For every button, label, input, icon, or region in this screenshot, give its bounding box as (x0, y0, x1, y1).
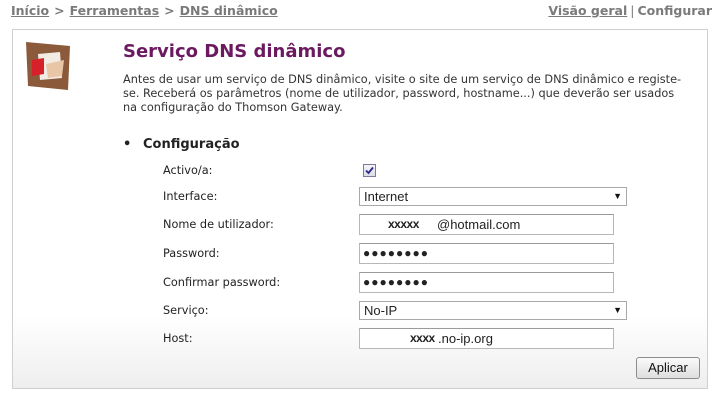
confirm-password-input[interactable]: ●●●●●●●● (359, 272, 614, 293)
service-value: No-IP (364, 303, 398, 318)
apply-button[interactable]: Aplicar (636, 357, 700, 379)
confirm-password-dots: ●●●●●●●● (363, 275, 429, 289)
username-label: Nome de utilizador: (163, 218, 274, 231)
service-label: Serviço: (163, 304, 209, 317)
interface-label: Interface: (163, 190, 218, 203)
section-title: Configuração (143, 137, 240, 152)
page-description: Antes de usar um serviço de DNS dinâmico… (123, 73, 682, 114)
chevron-down-icon: ▼ (613, 305, 622, 315)
page-title: Serviço DNS dinâmico (123, 41, 346, 62)
username-input[interactable]: xxxxx @hotmail.com (359, 214, 614, 235)
overview-link[interactable]: Visão geral (548, 3, 627, 18)
breadcrumb-separator: > (54, 3, 65, 18)
breadcrumb-separator: > (164, 3, 175, 18)
top-bar: Início > Ferramentas > DNS dinâmico Visão ge… (0, 0, 716, 26)
interface-value: Internet (364, 189, 409, 204)
confirm-password-label: Confirmar password: (163, 276, 281, 289)
host-input[interactable]: xxxx .no-ip.org (359, 328, 614, 349)
bullet-icon: • (123, 137, 132, 152)
host-masked: xxxx (410, 331, 435, 345)
interface-select[interactable]: Internet ▼ (359, 187, 627, 206)
config-panel: Serviço DNS dinâmico Antes de usar um se… (12, 29, 708, 389)
breadcrumb-home-link[interactable]: Início (11, 3, 49, 18)
section-heading: • Configuração (123, 137, 240, 152)
username-domain: @hotmail.com (437, 217, 521, 232)
password-dots: ●●●●●●●● (363, 246, 429, 260)
active-label: Activo/a: (163, 164, 213, 177)
host-label: Host: (163, 332, 193, 345)
password-input[interactable]: ●●●●●●●● (359, 243, 614, 264)
password-label: Password: (163, 247, 220, 260)
view-nav-separator: | (630, 3, 635, 18)
service-select[interactable]: No-IP ▼ (359, 301, 627, 320)
checkmark-icon (365, 166, 374, 175)
breadcrumb-tools-link[interactable]: Ferramentas (70, 3, 160, 18)
view-nav: Visão geral | Configurar (548, 3, 712, 18)
active-checkbox[interactable] (363, 164, 376, 177)
host-domain: .no-ip.org (438, 331, 493, 346)
username-masked: xxxxx (388, 217, 419, 231)
thomson-logo (26, 42, 70, 90)
chevron-down-icon: ▼ (613, 191, 622, 201)
breadcrumb: Início > Ferramentas > DNS dinâmico (11, 3, 278, 18)
breadcrumb-current-link[interactable]: DNS dinâmico (180, 3, 278, 18)
configure-label: Configurar (637, 3, 712, 18)
